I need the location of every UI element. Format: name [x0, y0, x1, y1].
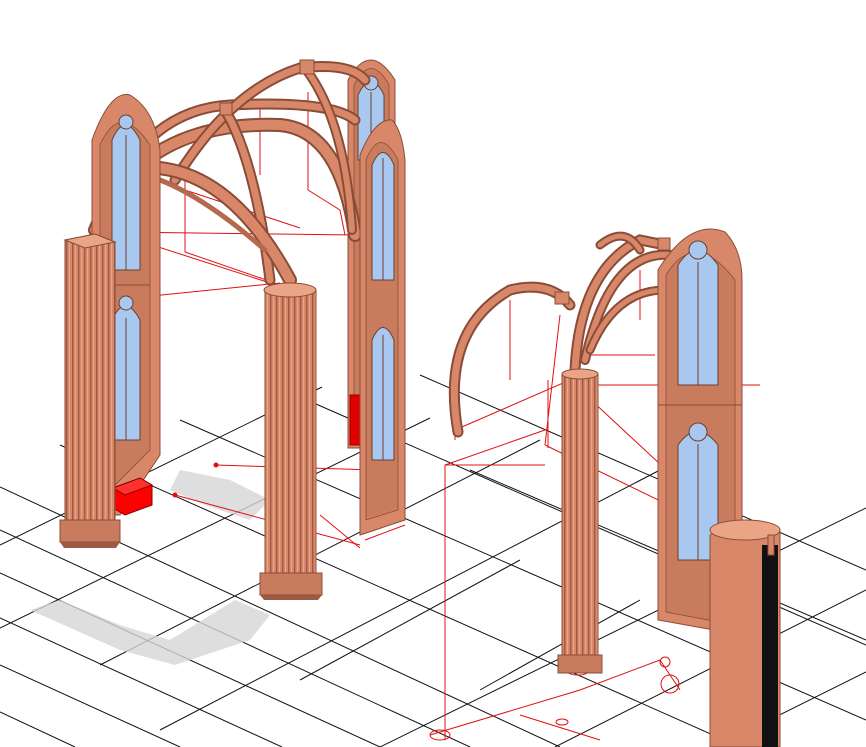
column-dark-right[interactable] — [709, 519, 781, 747]
selected-block-center — [349, 394, 361, 446]
pillar-center-front[interactable] — [259, 282, 323, 600]
wall-panel-middle-window[interactable] — [359, 119, 406, 536]
scene-canvas[interactable] — [0, 0, 866, 747]
pillar-right-back[interactable] — [557, 368, 603, 674]
pillar-left-front[interactable] — [59, 233, 121, 548]
3d-viewport[interactable] — [0, 0, 866, 747]
